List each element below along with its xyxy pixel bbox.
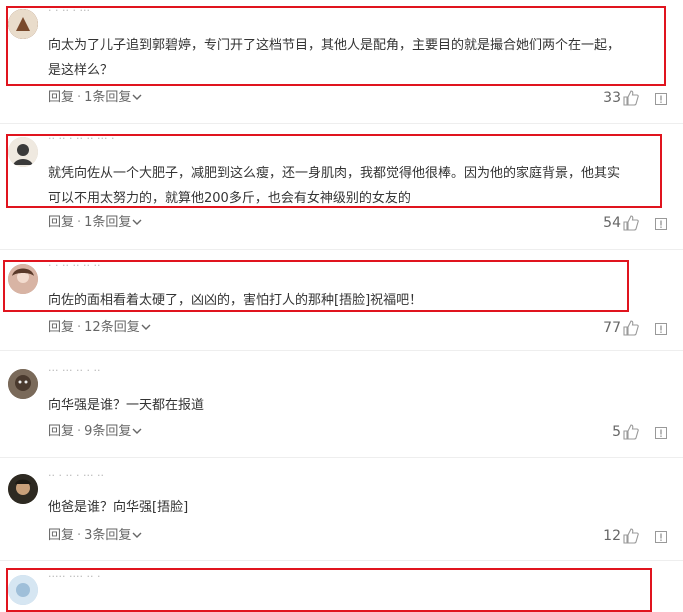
report-icon[interactable]: [655, 427, 667, 439]
comment-item: ····· ···· ·· ·: [0, 566, 683, 612]
username[interactable]: ····· ···· ·· ·: [48, 572, 100, 581]
comment-item: ·· ·· · ·· ·· ··· · 就凭向佐从一个大肥子，减肥到这么瘦，还一…: [0, 128, 683, 248]
comment-actions: 回复 · 1条回复: [48, 88, 142, 109]
separator-dot: ·: [77, 215, 82, 230]
reply-button[interactable]: 回复: [48, 320, 74, 335]
chevron-down-icon[interactable]: [132, 92, 142, 102]
reply-button[interactable]: 回复: [48, 424, 74, 439]
comment-text: 向佐的面相看着太硬了，凶凶的，害怕打人的那种[捂脸]祝福吧！: [48, 293, 423, 308]
avatar[interactable]: [8, 369, 38, 399]
avatar[interactable]: [8, 264, 38, 294]
reply-button[interactable]: 回复: [48, 215, 74, 230]
comment-actions: 回复 · 1条回复: [48, 213, 142, 234]
comment-text: 他爸是谁？向华强[捂脸]: [48, 500, 189, 515]
report-icon[interactable]: [655, 93, 667, 105]
chevron-down-icon[interactable]: [141, 322, 151, 332]
like-count: 33: [603, 90, 621, 106]
divider: [0, 123, 683, 124]
thumbs-up-icon[interactable]: [623, 320, 639, 336]
report-icon[interactable]: [655, 531, 667, 543]
comment-actions: 回复 · 12条回复: [48, 318, 151, 339]
like-count: 12: [603, 528, 621, 544]
reply-count-link[interactable]: 3条回复: [84, 528, 131, 543]
reply-button[interactable]: 回复: [48, 90, 74, 105]
separator-dot: ·: [77, 90, 82, 105]
comment-text: 就凭向佐从一个大肥子，减肥到这么瘦，还一身肌肉，我都觉得他很棒。因为他的家庭背景…: [48, 166, 621, 206]
thumbs-up-icon[interactable]: [623, 215, 639, 231]
separator-dot: ·: [77, 528, 82, 543]
avatar-icon: [8, 137, 38, 167]
comment-actions: 回复 · 9条回复: [48, 422, 142, 443]
thumbs-up-icon[interactable]: [623, 528, 639, 544]
chevron-down-icon[interactable]: [132, 426, 142, 436]
avatar-icon: [8, 575, 38, 605]
reply-count-link[interactable]: 1条回复: [84, 90, 131, 105]
divider: [0, 249, 683, 250]
comment-item: · · ·· · ··· 向太为了儿子追到郭碧婷，专门开了这档节目，其他人是配角…: [0, 0, 683, 122]
divider: [0, 560, 683, 561]
like-count: 77: [603, 320, 621, 336]
report-icon[interactable]: [655, 218, 667, 230]
comment-text: 向华强是谁？一天都在报道: [48, 398, 205, 413]
comment-item: ··· ··· ·· · ·· 向华强是谁？一天都在报道 回复 · 9条回复 5: [0, 360, 683, 460]
comment-item: · · ·· ·· ·· ·· 向佐的面相看着太硬了，凶凶的，害怕打人的那种[捂…: [0, 255, 683, 350]
thumbs-up-icon[interactable]: [623, 90, 639, 106]
chevron-down-icon[interactable]: [132, 217, 142, 227]
like-count: 5: [612, 424, 621, 440]
reply-count-link[interactable]: 12条回复: [84, 320, 140, 335]
avatar-icon: [8, 474, 38, 504]
avatar[interactable]: [8, 137, 38, 167]
like-count: 54: [603, 215, 621, 231]
reply-count-link[interactable]: 1条回复: [84, 215, 131, 230]
divider: [0, 457, 683, 458]
username[interactable]: ··· ··· ·· · ··: [48, 366, 100, 375]
avatar[interactable]: [8, 9, 38, 39]
avatar-icon: [8, 264, 38, 294]
reply-count-link[interactable]: 9条回复: [84, 424, 131, 439]
thumbs-up-icon[interactable]: [623, 424, 639, 440]
divider: [0, 350, 683, 351]
comment-text: 向太为了儿子追到郭碧婷，专门开了这档节目，其他人是配角，主要目的就是撮合她们两个…: [48, 38, 621, 78]
reply-button[interactable]: 回复: [48, 528, 74, 543]
separator-dot: ·: [77, 320, 82, 335]
username[interactable]: · · ·· · ···: [48, 6, 90, 15]
username[interactable]: · · ·· ·· ·· ··: [48, 261, 100, 270]
comment-actions: 回复 · 3条回复: [48, 526, 142, 547]
separator-dot: ·: [77, 424, 82, 439]
highlight-box: [6, 568, 652, 612]
avatar-icon: [8, 369, 38, 399]
chevron-down-icon[interactable]: [132, 530, 142, 540]
avatar-icon: [8, 9, 38, 39]
comment-item: ·· · ·· · ··· ·· 他爸是谁？向华强[捂脸] 回复 · 3条回复 12: [0, 465, 683, 565]
avatar[interactable]: [8, 575, 38, 605]
username[interactable]: ·· · ·· · ··· ··: [48, 471, 104, 480]
username[interactable]: ·· ·· · ·· ·· ··· ·: [48, 134, 114, 143]
report-icon[interactable]: [655, 323, 667, 335]
avatar[interactable]: [8, 474, 38, 504]
